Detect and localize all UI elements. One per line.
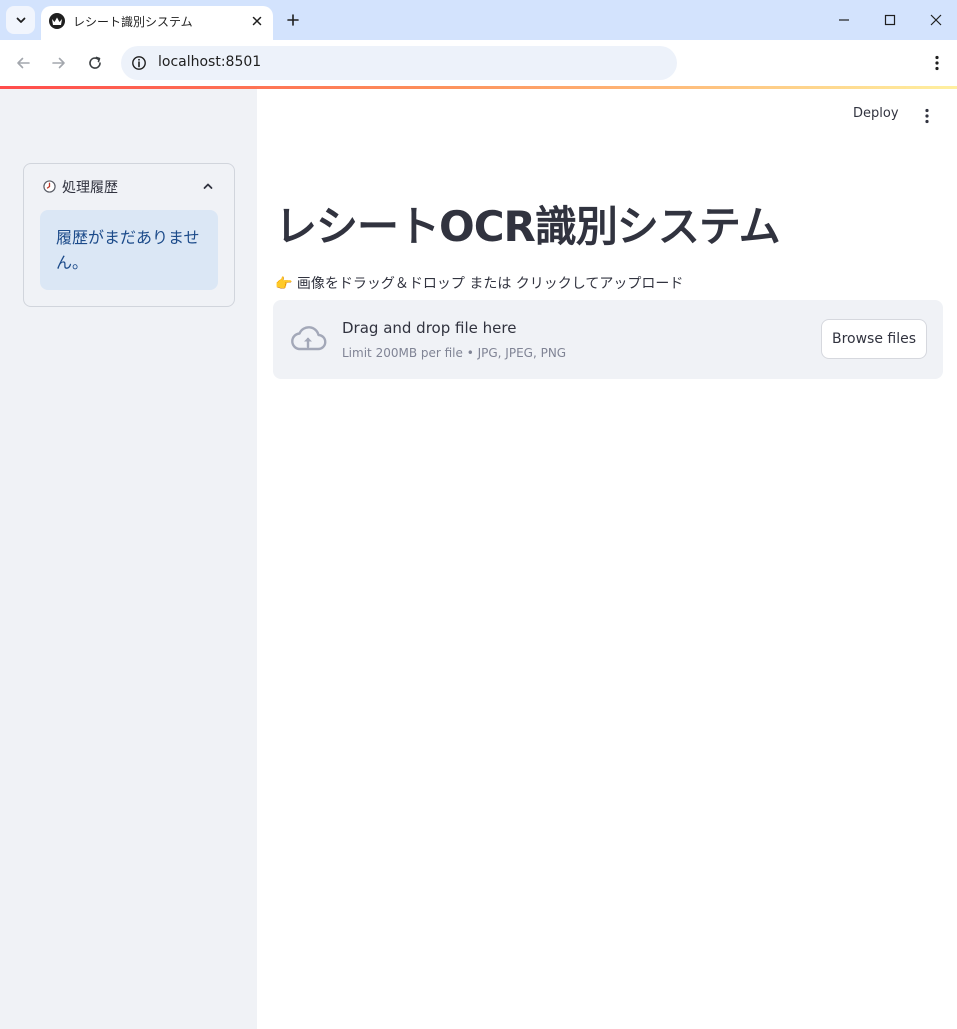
dropzone-instruction: Drag and drop file here: [342, 319, 517, 337]
file-dropzone[interactable]: Drag and drop file here Limit 200MB per …: [273, 300, 943, 379]
tab-close-icon[interactable]: [249, 13, 265, 29]
browser-toolbar: localhost:8501: [0, 40, 957, 86]
browse-files-button[interactable]: Browse files: [821, 319, 927, 359]
new-tab-plus-icon[interactable]: [282, 9, 304, 31]
back-arrow-icon[interactable]: [10, 50, 36, 76]
main-content: Deploy レシートOCR識別システム 👉 画像をドラッグ＆ドロップ または …: [257, 89, 957, 1029]
forward-arrow-icon[interactable]: [46, 50, 72, 76]
window-maximize-icon[interactable]: [878, 8, 902, 32]
address-bar[interactable]: localhost:8501: [121, 46, 677, 80]
history-empty-info: 履歴がまだありません。: [40, 210, 218, 290]
chevron-up-icon[interactable]: [200, 178, 216, 194]
cloud-upload-icon: [291, 326, 327, 351]
sidebar: 処理履歴 履歴がまだありません。: [0, 89, 257, 1029]
dropzone-limit-text: Limit 200MB per file • JPG, JPEG, PNG: [342, 346, 567, 360]
upload-instruction-label: 👉 画像をドラッグ＆ドロップ または クリックしてアップロード: [275, 276, 684, 292]
window-close-icon[interactable]: [924, 8, 948, 32]
browser-tabstrip: レシート識別システム: [0, 0, 957, 40]
history-expander: 処理履歴 履歴がまだありません。: [23, 163, 235, 307]
chevron-down-icon: [16, 17, 25, 23]
url-text: localhost:8501: [158, 54, 262, 70]
browser-menu-kebab-icon[interactable]: [926, 50, 948, 76]
tab-title: レシート識別システム: [73, 15, 193, 29]
clock-icon: [42, 179, 56, 193]
app-menu-kebab-icon[interactable]: [917, 105, 937, 127]
window-minimize-icon[interactable]: [832, 8, 856, 32]
page-title: レシートOCR識別システム: [275, 202, 781, 251]
tab-search-button[interactable]: [6, 6, 35, 34]
reload-icon[interactable]: [82, 50, 108, 76]
history-expander-header[interactable]: 処理履歴: [24, 164, 234, 208]
history-expander-title: 処理履歴: [62, 180, 118, 196]
streamlit-favicon-icon: [49, 13, 65, 29]
deploy-button[interactable]: Deploy: [853, 106, 899, 121]
site-info-icon[interactable]: [129, 53, 149, 73]
browser-tab-active[interactable]: レシート識別システム: [41, 6, 273, 40]
